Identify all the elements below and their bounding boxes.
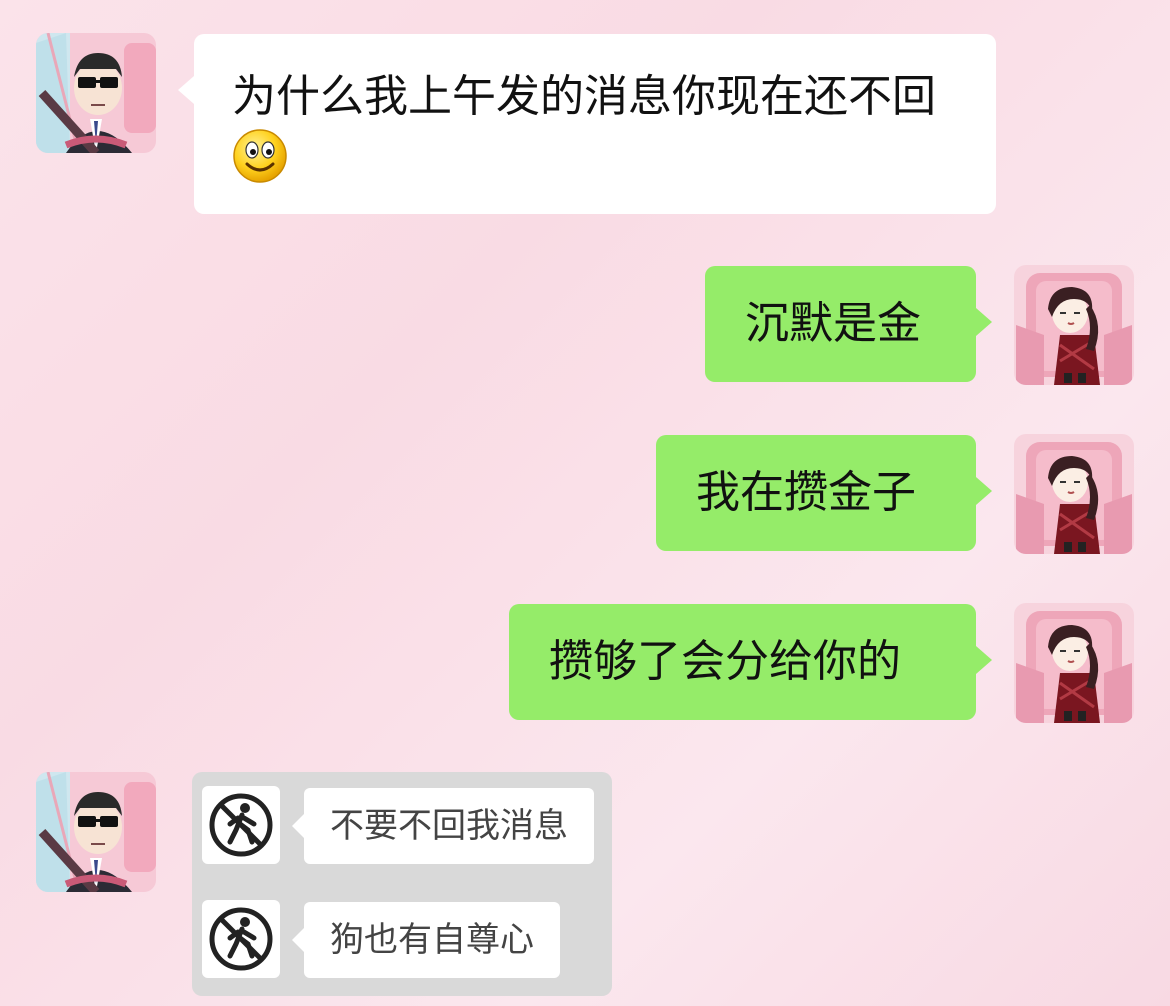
sticker-text: 不要不回我消息 [330,806,568,846]
girl-in-red-sitting-avatar[interactable] [1014,265,1134,385]
bubble-tail [178,76,194,104]
no-pedestrian-sign-icon [202,786,280,864]
message-text: 我在攒金子 [696,467,916,518]
message-text: 为什么我上午发的消息你现在还不回 [232,71,936,122]
message-text: 攒够了会分给你的 [549,636,901,687]
bubble-tail [976,308,992,336]
sticker-row: 不要不回我消息 [192,776,612,876]
girl-in-red-sitting-avatar[interactable] [1014,603,1134,723]
girl-in-red-sitting-avatar[interactable] [1014,434,1134,554]
sticker-text-bubble: 不要不回我消息 [292,788,594,864]
bubble-tail [976,477,992,505]
man-in-sunglasses-driving-avatar[interactable] [36,33,156,153]
man-in-sunglasses-driving-avatar[interactable] [36,772,156,892]
smile-emoji-icon [232,128,288,184]
no-pedestrian-sign-icon [202,900,280,978]
sticker-text: 狗也有自尊心 [330,920,534,960]
sticker-bubble-tail [292,814,304,838]
sticker-bubble-tail [292,928,304,952]
sticker-row: 狗也有自尊心 [192,890,612,990]
message-bubble-outgoing[interactable]: 我在攒金子 [656,435,992,551]
sticker-image[interactable]: 不要不回我消息 狗也有自尊心 [192,772,612,996]
bubble-tail [976,646,992,674]
message-text: 沉默是金 [745,298,921,349]
message-bubble-outgoing[interactable]: 沉默是金 [705,266,992,382]
message-bubble-incoming[interactable]: 为什么我上午发的消息你现在还不回 [178,34,996,214]
sticker-text-bubble: 狗也有自尊心 [292,902,560,978]
message-bubble-outgoing[interactable]: 攒够了会分给你的 [509,604,992,720]
